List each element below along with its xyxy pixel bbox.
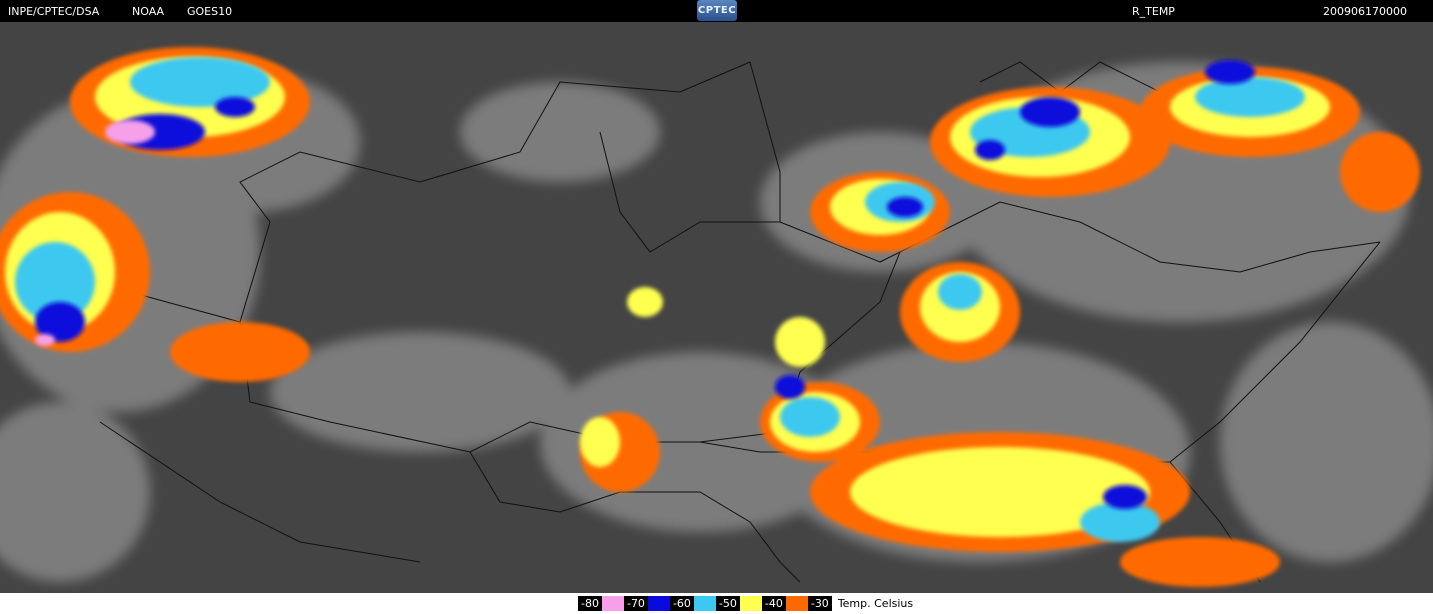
source-label: NOAA xyxy=(132,5,165,18)
legend-label: -70 xyxy=(623,596,648,611)
legend-label: -50 xyxy=(715,596,740,611)
legend-label: -80 xyxy=(578,596,602,611)
legend-item: -30 xyxy=(807,596,832,611)
agency-label: INPE/CPTEC/DSA xyxy=(8,5,100,18)
cptec-logo-icon: CPTEC xyxy=(697,0,737,21)
legend-label: -40 xyxy=(761,596,786,611)
product-label: R_TEMP xyxy=(1132,5,1175,18)
legend-label: -30 xyxy=(807,596,832,611)
legend-swatch xyxy=(785,596,808,611)
legend-swatch xyxy=(739,596,762,611)
legend-swatch xyxy=(647,596,670,611)
satellite-image xyxy=(0,22,1433,593)
legend-item: -80 xyxy=(578,596,624,611)
legend-item: -40 xyxy=(761,596,808,611)
legend-item: -70 xyxy=(623,596,670,611)
timestamp-label: 200906170000 xyxy=(1323,5,1407,18)
satellite-imagery-svg xyxy=(0,22,1433,593)
header-bar: INPE/CPTEC/DSA NOAA GOES10 CPTEC R_TEMP … xyxy=(0,0,1433,22)
temperature-legend: -80 -70 -60 -50 -40 -30 Temp. Celsius xyxy=(578,596,913,611)
legend-item: -50 xyxy=(715,596,762,611)
legend-swatch xyxy=(693,596,716,611)
legend-label: -60 xyxy=(669,596,694,611)
legend-item: -60 xyxy=(669,596,716,611)
legend-swatch xyxy=(601,596,624,611)
legend-unit: Temp. Celsius xyxy=(837,597,914,610)
satellite-label: GOES10 xyxy=(187,5,233,18)
